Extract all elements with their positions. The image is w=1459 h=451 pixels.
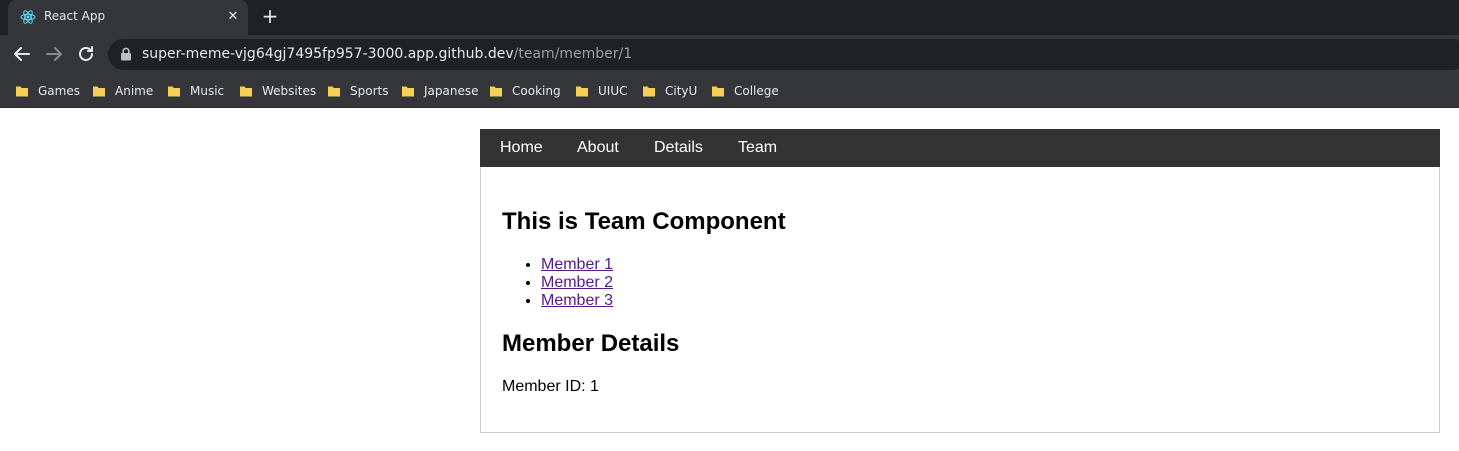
bookmark-label: Japanese	[424, 84, 479, 98]
member-2-link[interactable]: Member 2	[541, 274, 613, 291]
bookmark-music[interactable]: Music	[167, 82, 224, 100]
new-tab-icon[interactable]: +	[260, 6, 280, 26]
member-1-link[interactable]: Member 1	[541, 256, 613, 273]
url-host: super-meme-vjg64gj7495fp957-3000.app.git…	[142, 46, 514, 62]
main-content: This is Team Component Member 1 Member 2…	[502, 208, 1402, 396]
folder-icon	[576, 86, 588, 97]
bookmarks-bar: Games Anime Music Websites Sports Japane…	[0, 74, 1459, 108]
bookmark-label: Websites	[262, 84, 317, 98]
folder-icon	[16, 86, 28, 97]
bookmark-label: Anime	[115, 84, 154, 98]
bookmark-sports[interactable]: Sports	[327, 82, 388, 100]
nav-details-link[interactable]: Details	[654, 139, 703, 157]
folder-icon	[402, 86, 414, 97]
close-tab-icon[interactable]: ✕	[224, 8, 242, 26]
list-item: Member 2	[541, 274, 1402, 292]
folder-icon	[168, 86, 180, 97]
list-item: Member 3	[541, 292, 1402, 310]
bookmark-label: Sports	[350, 84, 389, 98]
bookmark-uiuc[interactable]: UIUC	[575, 82, 627, 100]
member-3-link[interactable]: Member 3	[541, 292, 613, 309]
tab-title: React App	[44, 9, 106, 23]
react-logo-icon	[20, 9, 36, 25]
bookmark-games[interactable]: Games	[15, 82, 80, 100]
bookmark-cooking[interactable]: Cooking	[489, 82, 561, 100]
reload-icon[interactable]	[73, 41, 99, 67]
address-bar[interactable]: super-meme-vjg64gj7495fp957-3000.app.git…	[108, 39, 1459, 70]
nav-about-link[interactable]: About	[577, 139, 619, 157]
folder-icon	[490, 86, 502, 97]
browser-tab[interactable]: React App ✕	[8, 0, 248, 35]
bookmark-websites[interactable]: Websites	[239, 82, 316, 100]
bookmark-japanese[interactable]: Japanese	[401, 82, 479, 100]
folder-icon	[240, 86, 252, 97]
bookmark-label: Games	[38, 84, 80, 98]
member-list: Member 1 Member 2 Member 3	[502, 256, 1402, 310]
list-item: Member 1	[541, 256, 1402, 274]
url-path: /team/member/1	[513, 46, 633, 62]
folder-icon	[643, 86, 655, 97]
member-details-heading: Member Details	[502, 330, 680, 357]
lock-icon[interactable]	[120, 47, 132, 61]
url-text[interactable]: super-meme-vjg64gj7495fp957-3000.app.git…	[142, 46, 632, 62]
bookmark-label: Music	[190, 84, 225, 98]
back-arrow-icon[interactable]	[9, 41, 35, 67]
app-navbar: Home About Details Team	[480, 129, 1440, 167]
bookmark-anime[interactable]: Anime	[92, 82, 153, 100]
tab-strip: React App ✕ +	[0, 0, 1459, 35]
bookmark-cityu[interactable]: CityU	[642, 82, 697, 100]
team-heading: This is Team Component	[502, 208, 786, 235]
folder-icon	[93, 86, 105, 97]
browser-toolbar: super-meme-vjg64gj7495fp957-3000.app.git…	[0, 35, 1459, 74]
forward-arrow-icon[interactable]	[41, 41, 67, 67]
folder-icon	[328, 86, 340, 97]
nav-home-link[interactable]: Home	[500, 139, 543, 157]
bookmark-label: Cooking	[512, 84, 561, 98]
member-id-text: Member ID: 1	[502, 378, 599, 395]
bookmark-college[interactable]: College	[711, 82, 779, 100]
nav-team-link[interactable]: Team	[738, 139, 777, 157]
bookmark-label: CityU	[665, 84, 698, 98]
bookmark-label: UIUC	[598, 84, 628, 98]
folder-icon	[712, 86, 724, 97]
bookmark-label: College	[734, 84, 779, 98]
